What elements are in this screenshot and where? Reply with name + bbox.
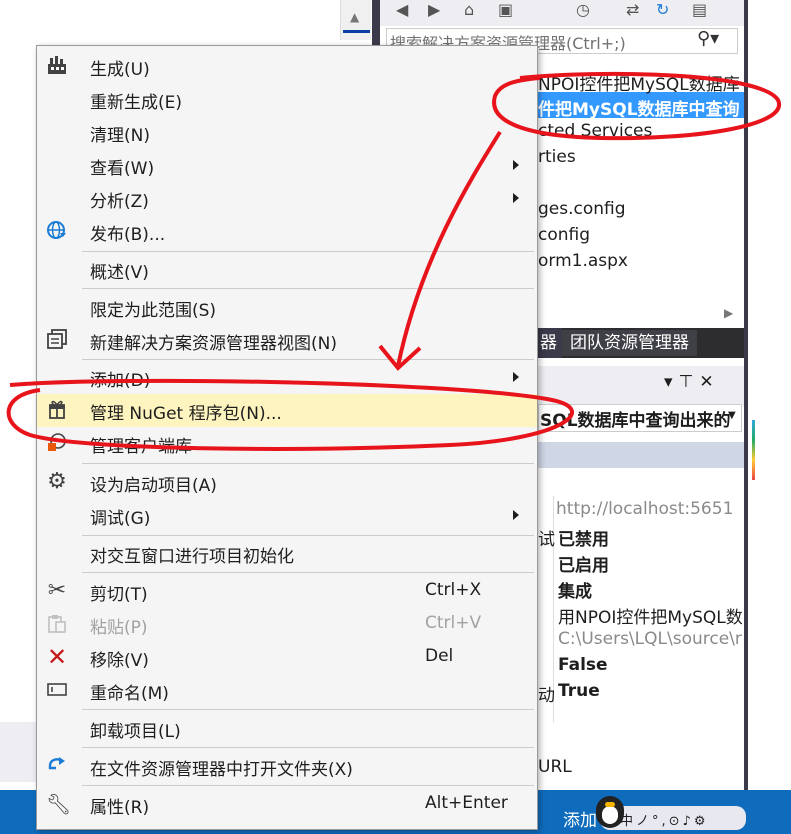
menu-item-set-startup[interactable]: ⚙ 设为启动项目(A)	[37, 466, 537, 499]
menu-item-new-explorer-view[interactable]: 新建解决方案资源管理器视图(N)	[37, 324, 537, 357]
new-view-icon	[46, 328, 68, 352]
submenu-arrow-icon	[513, 510, 519, 520]
publish-globe-icon	[46, 219, 68, 243]
paste-icon	[46, 612, 68, 636]
panel-window-controls[interactable]: ▾⊤✕	[664, 372, 720, 392]
menu-separator	[82, 747, 534, 748]
property-value[interactable]: True	[558, 681, 600, 701]
tree-item-webform1[interactable]: orm1.aspx	[538, 251, 628, 271]
menu-item-scope-to-this[interactable]: 限定为此范围(S)	[37, 291, 537, 324]
menu-item-unload-project[interactable]: 卸载项目(L)	[37, 712, 537, 745]
rename-icon	[46, 678, 68, 702]
properties-icon[interactable]: ▤	[692, 0, 707, 19]
refresh-icon[interactable]: ↻	[656, 0, 669, 19]
editor-scroll-indicator	[343, 30, 370, 33]
tree-item-solution[interactable]: NPOI控件把MySQL数据库	[538, 70, 740, 95]
menu-separator	[82, 709, 534, 710]
submenu-arrow-icon	[513, 372, 519, 382]
build-icon	[46, 54, 68, 78]
tree-item-web-config[interactable]: config	[538, 225, 590, 245]
solution-explorer-toolbar: ◀ ▶ ⌂ ▣ ◷ ⇄ ↻ ▤	[380, 0, 744, 26]
search-icon[interactable]: ⚲▾	[697, 28, 719, 49]
menu-item-clean[interactable]: 清理(N)	[37, 116, 537, 149]
menu-item-view[interactable]: 查看(W)	[37, 149, 537, 182]
tree-item-packages-config[interactable]: ges.config	[538, 199, 626, 219]
history-icon[interactable]: ◷	[576, 0, 590, 19]
right-edge	[748, 0, 791, 834]
scroll-up-icon[interactable]: ▲	[350, 10, 359, 24]
menu-item-build[interactable]: 生成(U)	[37, 50, 537, 83]
property-value[interactable]: 集成	[558, 577, 592, 602]
wrench-icon: 🔧︎	[46, 792, 72, 816]
ime-status: 中ノ°,⊙♪⚙	[620, 814, 709, 829]
menu-separator	[82, 359, 534, 360]
menu-separator	[82, 463, 534, 464]
menu-item-remove[interactable]: ✕ 移除(V) Del	[37, 641, 537, 674]
gear-icon: ⚙	[47, 469, 67, 494]
scissors-icon: ✂	[47, 578, 67, 603]
tab-solution-explorer[interactable]: 器	[538, 328, 562, 358]
client-lib-icon	[46, 431, 68, 455]
submenu-arrow-icon	[513, 160, 519, 170]
menu-item-debug[interactable]: 调试(G)	[37, 499, 537, 532]
tree-item-properties[interactable]: rties	[538, 147, 576, 167]
property-value[interactable]: http://localhost:5651	[556, 499, 733, 519]
open-folder-arrow-icon	[46, 754, 68, 778]
menu-separator	[82, 288, 534, 289]
property-description-url: URL	[538, 757, 572, 777]
chevron-down-icon[interactable]: ▼	[728, 410, 736, 421]
remove-x-icon: ✕	[46, 643, 68, 671]
menu-item-manage-nuget[interactable]: 管理 NuGet 程序包(N)...	[37, 394, 537, 427]
menu-separator	[82, 572, 534, 573]
nuget-icon	[46, 398, 68, 422]
scroll-right-icon[interactable]: ▶	[724, 306, 733, 320]
menu-separator	[82, 535, 534, 536]
menu-item-analyze[interactable]: 分析(Z)	[37, 182, 537, 215]
property-value[interactable]: C:\Users\LQL\source\r	[558, 629, 742, 649]
property-value[interactable]: False	[558, 655, 608, 675]
sync-icon[interactable]: ⇄	[626, 0, 639, 19]
qq-penguin-belly	[602, 806, 618, 824]
menu-separator	[82, 251, 534, 252]
menu-separator	[82, 785, 534, 786]
menu-item-rename[interactable]: 重命名(M)	[37, 674, 537, 707]
property-label: 试	[538, 530, 555, 550]
tab-team-explorer[interactable]: 团队资源管理器	[562, 330, 697, 356]
back-icon[interactable]: ◀	[396, 0, 408, 19]
menu-item-cut[interactable]: ✂ 剪切(T) Ctrl+X	[37, 575, 537, 608]
menu-item-paste[interactable]: 粘贴(P) Ctrl+V	[37, 608, 537, 641]
editor-vertical-scrollbar[interactable]: ▲	[340, 0, 371, 40]
property-label: 动	[538, 686, 555, 706]
menu-item-publish[interactable]: 发布(B)...	[37, 215, 537, 248]
menu-item-properties[interactable]: 🔧︎ 属性(R) Alt+Enter	[37, 788, 537, 821]
status-add-text: 添加	[563, 811, 597, 831]
switch-views-icon[interactable]: ▣	[498, 0, 513, 19]
menu-item-manage-client-libraries[interactable]: 管理客户端库	[37, 427, 537, 460]
menu-item-rebuild[interactable]: 重新生成(E)	[37, 83, 537, 116]
home-icon[interactable]: ⌂	[464, 0, 474, 19]
volume-meter	[752, 420, 755, 480]
menu-item-add[interactable]: 添加(D)	[37, 361, 537, 394]
properties-object-name: SQL数据库中查询出来的	[540, 411, 731, 431]
submenu-arrow-icon	[513, 193, 519, 203]
menu-item-overview[interactable]: 概述(V)	[37, 253, 537, 286]
properties-category-bar	[538, 442, 744, 468]
tree-item-connected-services[interactable]: cted Services	[538, 121, 652, 141]
menu-item-interactive-init[interactable]: 对交互窗口进行项目初始化	[37, 537, 537, 570]
property-value[interactable]: 用NPOI控件把MySQL数	[558, 603, 743, 628]
tree-item-project-selected[interactable]: 件把MySQL数据库中查询	[538, 95, 740, 120]
property-value[interactable]: 已启用	[558, 551, 609, 576]
property-value[interactable]: 已禁用	[558, 525, 609, 550]
qq-penguin-beak	[605, 802, 615, 807]
forward-icon[interactable]: ▶	[428, 0, 440, 19]
menu-item-open-in-explorer[interactable]: 在文件资源管理器中打开文件夹(X)	[37, 750, 537, 783]
